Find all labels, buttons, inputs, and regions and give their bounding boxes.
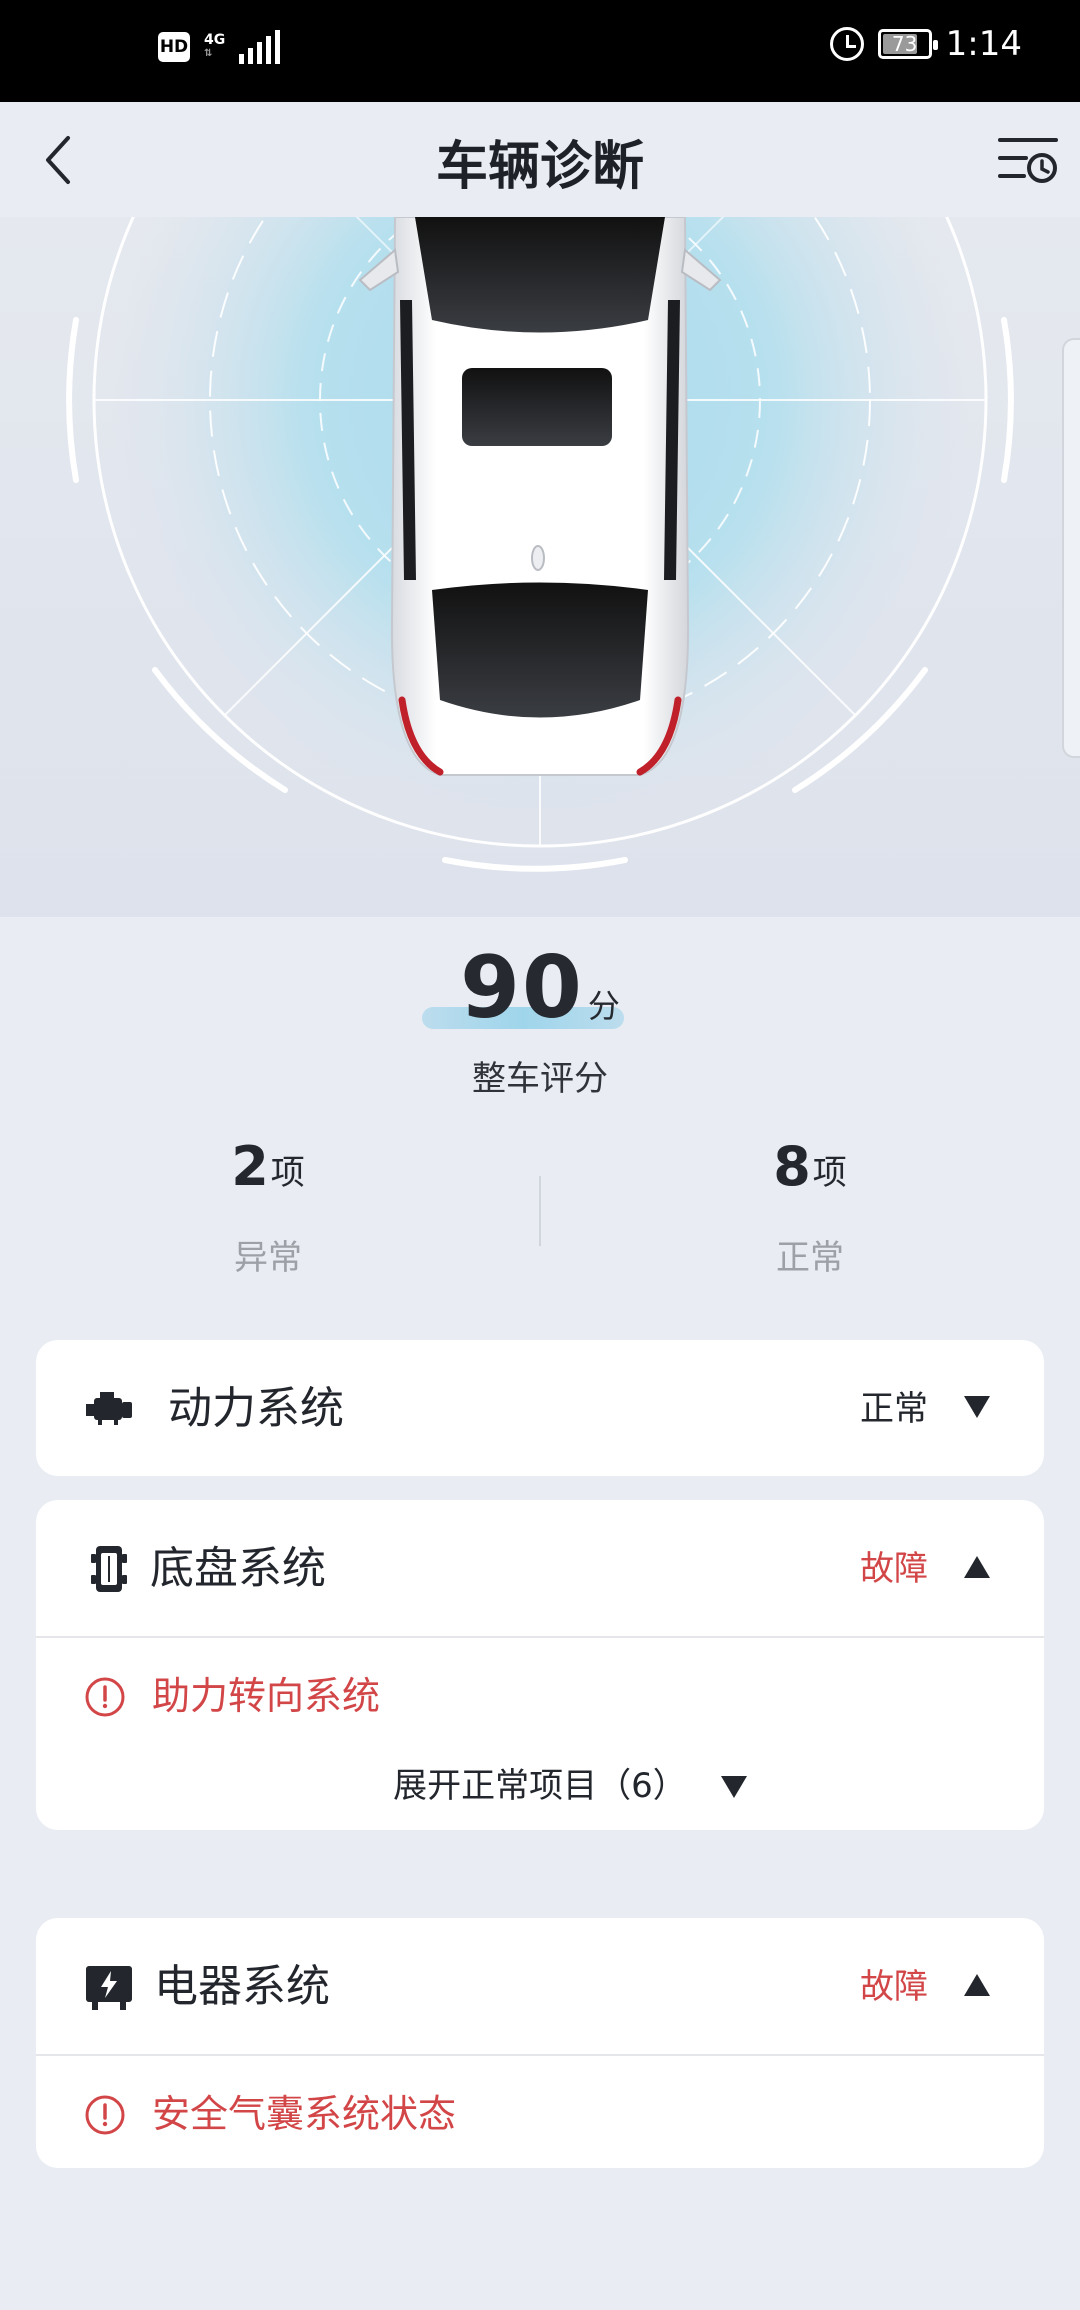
- stat-divider: [539, 1176, 541, 1246]
- battery-icon: 73: [877, 29, 938, 59]
- alarm-icon: [829, 27, 864, 61]
- normal-count-value: 8: [773, 1135, 811, 1198]
- system-status-electrical: 故障: [860, 1967, 928, 2007]
- system-header-chassis[interactable]: 底盘系统 故障: [36, 1500, 1044, 1636]
- electrical-icon: [86, 1966, 132, 2010]
- system-title-power: 动力系统: [168, 1383, 344, 1434]
- alert-circle-icon: [85, 1677, 125, 1717]
- normal-count-stat: 8 项 正常: [660, 1140, 960, 1279]
- normal-count-unit: 项: [812, 1153, 847, 1193]
- network-label: 4G: [204, 32, 226, 48]
- triangle-up-icon[interactable]: [962, 1554, 992, 1580]
- abnormal-count-value: 2: [231, 1135, 269, 1198]
- status-bar-left: HD 4G ⇅: [158, 30, 281, 64]
- system-status-power: 正常: [860, 1389, 928, 1429]
- network-type: 4G ⇅: [204, 33, 225, 61]
- hd-badge: HD: [158, 32, 190, 62]
- alert-circle-icon: [85, 2095, 125, 2135]
- car-top-view: [358, 217, 722, 776]
- system-header-electrical[interactable]: 电器系统 故障: [36, 1918, 1044, 2054]
- abnormal-count-unit: 项: [270, 1153, 305, 1193]
- system-header-power[interactable]: 动力系统 正常: [36, 1340, 1044, 1476]
- abnormal-count: 2 项: [231, 1140, 305, 1194]
- page-title: 车辆诊断: [435, 137, 644, 197]
- system-card-electrical: 电器系统 故障 安全气囊系统状态: [36, 1918, 1044, 2168]
- status-time: 1:14: [945, 24, 1022, 64]
- expand-normal-items-label: 展开正常项目（6）: [393, 1766, 687, 1806]
- network-arrows-icon: ⇅: [204, 48, 213, 59]
- battery-level: 73: [891, 32, 918, 56]
- score-value: 90: [460, 938, 584, 1038]
- score-label: 整车评分: [472, 1059, 608, 1099]
- abnormal-count-stat: 2 项 异常: [118, 1140, 418, 1279]
- fault-label: 安全气囊系统状态: [152, 2092, 457, 2136]
- system-title-chassis: 底盘系统: [150, 1543, 326, 1594]
- history-button[interactable]: [998, 132, 1060, 188]
- status-bar: HD 4G ⇅ 73 1:14: [0, 0, 1080, 102]
- scroll-indicator[interactable]: [1062, 338, 1080, 758]
- status-bar-right: 73 1:14: [829, 24, 1022, 64]
- score-row: 90 分: [422, 938, 624, 1038]
- system-card-power: 动力系统 正常: [36, 1340, 1044, 1476]
- expand-normal-items-button[interactable]: 展开正常项目（6）: [36, 1750, 1044, 1830]
- fault-item[interactable]: 助力转向系统: [36, 1638, 1044, 1750]
- triangle-up-icon[interactable]: [962, 1972, 992, 1998]
- fault-item[interactable]: 安全气囊系统状态: [36, 2056, 1044, 2168]
- chassis-icon: [91, 1546, 127, 1592]
- top-bar: 车辆诊断: [0, 102, 1080, 217]
- fault-label: 助力转向系统: [152, 1674, 381, 1718]
- signal-icon: [239, 30, 281, 64]
- system-card-chassis: 底盘系统 故障 助力转向系统 展开正常项目（6）: [36, 1500, 1044, 1830]
- history-list-icon: [998, 138, 1058, 183]
- car-radar-visual: [0, 217, 1080, 917]
- system-status-chassis: 故障: [860, 1549, 928, 1589]
- system-title-electrical: 电器系统: [154, 1961, 330, 2012]
- vehicle-score: 90 分 整车评分: [0, 945, 1080, 1100]
- triangle-down-icon: [721, 1776, 747, 1798]
- triangle-down-icon[interactable]: [962, 1394, 992, 1420]
- engine-icon: [86, 1392, 132, 1425]
- normal-label: 正常: [776, 1238, 844, 1278]
- score-unit: 分: [587, 987, 620, 1025]
- car-illustration: [66, 217, 1014, 872]
- abnormal-label: 异常: [234, 1238, 302, 1278]
- normal-count: 8 项: [773, 1140, 847, 1194]
